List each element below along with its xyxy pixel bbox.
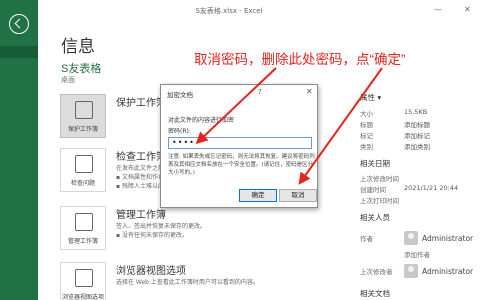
author-name: Administrator [422, 233, 474, 243]
property-value[interactable]: 添加标题 [404, 119, 480, 130]
section-title: 保护工作簿 [116, 98, 166, 109]
manage-icon [75, 213, 93, 231]
property-row: 类别 添加类别 [360, 141, 480, 152]
date-value: 2021/1/21 20:44 [404, 184, 459, 192]
date-key: 创建时间 [360, 186, 386, 194]
modified-label: 上次修改者 [360, 268, 393, 276]
property-row: 大小 15.5KB [360, 108, 480, 119]
close-window-button[interactable]: ✕ [464, 5, 471, 14]
property-row: 标记 添加标记 [360, 130, 480, 141]
section-browser-view: 浏览器视图选项 浏览器视图选项 选择在 Web 上查看此工作簿时用户可以看到的内… [58, 262, 348, 300]
manage-workbook-button[interactable]: 管理工作簿 [60, 206, 106, 250]
date-key: 上次修改时间 [360, 175, 399, 183]
section-manage-workbook: 管理工作簿 管理工作簿 签入、签出并恢复未保存的更改。 ▪ 没有任何未保存的更改… [58, 206, 348, 256]
close-icon[interactable]: ✕ [306, 87, 313, 96]
browser-icon [75, 269, 93, 287]
section-description: 选择在 Web 上查看此工作簿时用户可以看到的内容。 [116, 279, 259, 286]
dialog-caption: 对此文件的内容进行加密 [168, 117, 235, 124]
section-title: 管理工作簿 [116, 210, 166, 221]
section-title: 检查工作簿 [116, 152, 166, 163]
browser-view-options-button[interactable]: 浏览器视图选项 [60, 262, 106, 300]
annotation-text: 取消密码，删除此处密码，点“确定” [194, 52, 406, 67]
property-row: 标题 添加标题 [360, 119, 480, 130]
modified-name: Administrator [422, 266, 474, 276]
encrypt-document-dialog: 加密文档 ? ✕ 对此文件的内容进行加密 密码(R): •••• 注意: 如果丢… [160, 84, 318, 208]
inspect-icon [75, 155, 93, 173]
password-input[interactable]: •••• [168, 137, 312, 149]
window-title: S友表格.xlsx - Excel [195, 7, 263, 15]
avatar [404, 264, 418, 278]
back-arrow-icon[interactable] [9, 14, 29, 34]
properties-panel: 属性 ▾ 大小 15.5KB 标题 添加标题 标记 添加标记 类别 添加类别 相关日期 … [360, 92, 480, 300]
file-location: 桌面 [61, 76, 75, 84]
modified-by-row: 上次修改者 Administrator [360, 260, 480, 282]
date-row: 上次修改时间 [360, 173, 480, 184]
tile-label: 浏览器视图选项 [61, 294, 104, 300]
section-description: 签入、签出并恢复未保存的更改。 ▪ 没有任何未保存的更改。 [116, 223, 207, 239]
date-value [404, 195, 480, 206]
minimize-button[interactable]: — [434, 5, 442, 14]
tile-label: 检查问题 [70, 180, 95, 187]
date-key: 上次打印时间 [360, 197, 399, 205]
property-value[interactable]: 添加类别 [404, 141, 480, 152]
property-key: 大小 [360, 110, 373, 118]
password-label: 密码(R): [168, 128, 191, 135]
dates-heading: 相关日期 [360, 159, 390, 168]
docs-heading: 相关文档 [360, 289, 390, 298]
backstage-sidebar [0, 0, 38, 300]
property-key: 标记 [360, 132, 373, 140]
date-row: 创建时间 2021/1/21 20:44 [360, 184, 480, 195]
people-heading: 相关人员 [360, 213, 390, 222]
dialog-title: 加密文档 [167, 91, 193, 99]
page-title: 信息 [61, 37, 95, 56]
sidebar-item-info[interactable] [0, 46, 38, 58]
check-issues-button[interactable]: 检查问题 [60, 148, 106, 192]
protect-workbook-button[interactable]: 保护工作簿 [60, 94, 106, 138]
warning-text: 注意: 如果丢失或忘记密码，则无法将其恢复。建议将密码列表及其相应文档名放在一个… [168, 154, 315, 176]
author-row: 作者 Administrator [360, 227, 480, 249]
tile-label: 管理工作簿 [67, 238, 98, 245]
file-name: S友表格 [61, 63, 102, 75]
date-value [404, 173, 480, 184]
tile-label: 保护工作簿 [67, 126, 98, 133]
help-icon[interactable]: ? [258, 88, 262, 96]
cancel-button[interactable]: 取消 [279, 189, 317, 202]
property-value[interactable]: 添加标记 [404, 130, 480, 141]
property-value: 15.5KB [404, 108, 428, 116]
avatar [404, 231, 418, 245]
properties-heading[interactable]: 属性 ▾ [360, 92, 480, 103]
author-label: 作者 [360, 235, 373, 243]
property-key: 标题 [360, 121, 373, 129]
lock-icon [75, 101, 93, 119]
date-row: 上次打印时间 [360, 195, 480, 206]
property-key: 类别 [360, 143, 373, 151]
title-bar: S友表格.xlsx - Excel — ✕ [38, 0, 480, 22]
ok-button[interactable]: 确定 [239, 189, 277, 202]
section-title: 浏览器视图选项 [116, 266, 186, 277]
add-author-link[interactable]: 添加作者 [360, 249, 480, 260]
